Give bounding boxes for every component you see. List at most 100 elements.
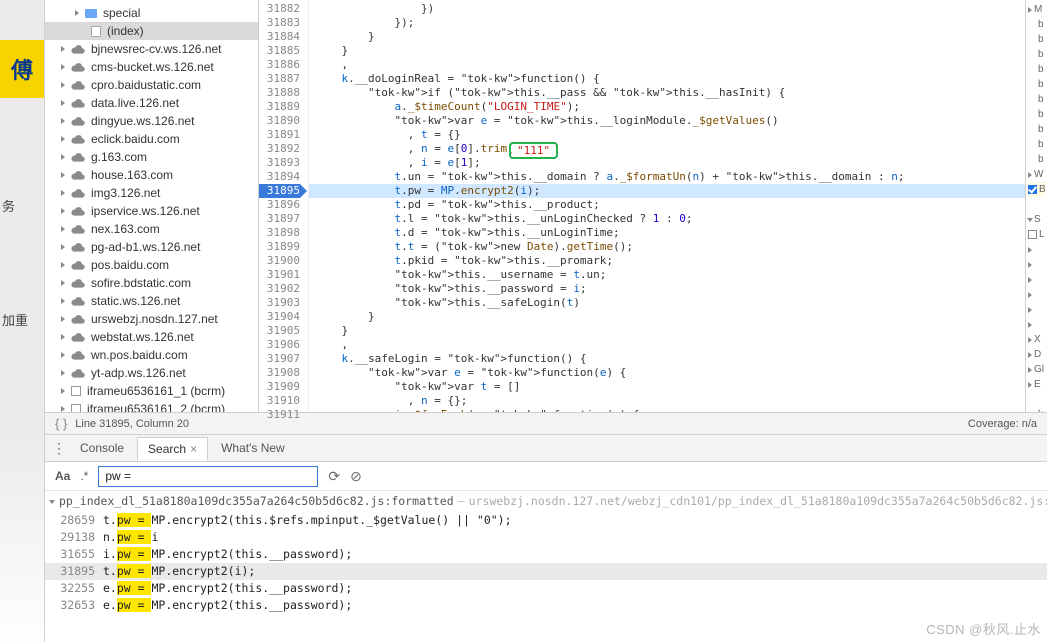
code-line[interactable]: t.pw = MP.encrypt2(i); <box>309 184 1025 198</box>
line-number[interactable]: 31889 <box>259 100 300 114</box>
line-number[interactable]: 31887 <box>259 72 300 86</box>
line-number[interactable]: 31897 <box>259 212 300 226</box>
code-editor[interactable]: 3188231883318843188531886318873188831889… <box>259 0 1025 412</box>
line-number[interactable]: 31900 <box>259 254 300 268</box>
code-line[interactable]: , <box>309 58 1025 72</box>
close-icon[interactable]: × <box>190 442 197 456</box>
domain-item[interactable]: urswebzj.nosdn.127.net <box>45 310 258 328</box>
tab-search[interactable]: Search× <box>137 437 208 461</box>
domain-item[interactable]: nex.163.com <box>45 220 258 238</box>
code-line[interactable]: "tok-kw">this.__safeLogin(t) <box>309 296 1025 310</box>
domain-item[interactable]: img3.126.net <box>45 184 258 202</box>
search-result-line[interactable]: 31655i.pw = MP.encrypt2(this.__password)… <box>45 546 1047 563</box>
domain-item[interactable]: g.163.com <box>45 148 258 166</box>
search-result-line[interactable]: 29138n.pw = i <box>45 529 1047 546</box>
domain-item[interactable]: wn.pos.baidu.com <box>45 346 258 364</box>
domain-item[interactable]: cpro.baidustatic.com <box>45 76 258 94</box>
sidebar-section[interactable]: b <box>1027 17 1046 32</box>
line-number[interactable]: 31885 <box>259 44 300 58</box>
refresh-icon[interactable]: ⟳ <box>328 468 340 485</box>
checkbox[interactable] <box>1028 185 1037 194</box>
regex-button[interactable]: .* <box>80 469 88 483</box>
line-number[interactable]: 31893 <box>259 156 300 170</box>
search-result-line[interactable]: 32653e.pw = MP.encrypt2(this.__password)… <box>45 597 1047 614</box>
sidebar-section[interactable]: M <box>1027 2 1046 17</box>
code-line[interactable]: , n = {}; <box>309 394 1025 408</box>
sidebar-section[interactable]: W <box>1027 167 1046 182</box>
domain-item[interactable]: cms-bucket.ws.126.net <box>45 58 258 76</box>
frame-item[interactable]: iframeu6536161_1 (bcrm) <box>45 382 258 400</box>
debugger-sidebar-collapsed[interactable]: MbbbbbbbbbbWBSLXDGlEk <box>1025 0 1047 412</box>
line-number[interactable]: 31902 <box>259 282 300 296</box>
line-number[interactable]: 31892 <box>259 142 300 156</box>
match-case-button[interactable]: Aa <box>55 469 70 483</box>
code-line[interactable]: } <box>309 310 1025 324</box>
code-line[interactable]: , n = e[0].trim( <box>309 142 1025 156</box>
code-line[interactable]: }); <box>309 16 1025 30</box>
code-line[interactable]: "tok-kw">var e = "tok-kw">function(e) { <box>309 366 1025 380</box>
domain-item[interactable]: data.live.126.net <box>45 94 258 112</box>
code-area[interactable]: }) }); } } , k.__doLoginReal = "tok-kw">… <box>309 0 1025 412</box>
drawer-menu-icon[interactable]: ⋮ <box>51 440 67 457</box>
domain-item[interactable]: house.163.com <box>45 166 258 184</box>
folder-special[interactable]: special <box>45 4 258 22</box>
line-number[interactable]: 31898 <box>259 226 300 240</box>
line-number[interactable]: 31907 <box>259 352 300 366</box>
sidebar-section[interactable]: b <box>1027 107 1046 122</box>
line-number[interactable]: 31886 <box>259 58 300 72</box>
line-number[interactable]: 31890 <box>259 114 300 128</box>
sidebar-section[interactable]: X <box>1027 332 1046 347</box>
domain-item[interactable]: yt-adp.ws.126.net <box>45 364 258 382</box>
sidebar-section[interactable]: b <box>1027 32 1046 47</box>
code-line[interactable]: } <box>309 30 1025 44</box>
domain-item[interactable]: webstat.ws.126.net <box>45 328 258 346</box>
sidebar-section[interactable]: Gl <box>1027 362 1046 377</box>
code-line[interactable]: k.__safeLogin = "tok-kw">function() { <box>309 352 1025 366</box>
frame-item[interactable]: iframeu6536161_2 (bcrm) <box>45 400 258 412</box>
line-number[interactable]: 31895 <box>259 184 300 198</box>
line-number[interactable]: 31896 <box>259 198 300 212</box>
code-line[interactable]: "tok-kw">var t = [] <box>309 380 1025 394</box>
sidebar-section[interactable]: b <box>1027 92 1046 107</box>
line-number[interactable]: 31906 <box>259 338 300 352</box>
domain-item[interactable]: eclick.baidu.com <box>45 130 258 148</box>
sidebar-section[interactable]: b <box>1027 62 1046 77</box>
line-number[interactable]: 31894 <box>259 170 300 184</box>
search-result-line[interactable]: 32255e.pw = MP.encrypt2(this.__password)… <box>45 580 1047 597</box>
code-line[interactable]: t.t = ("tok-kw">new Date).getTime(); <box>309 240 1025 254</box>
code-line[interactable]: , i = e[1]; <box>309 156 1025 170</box>
sidebar-section[interactable]: B <box>1027 182 1046 197</box>
sidebar-section[interactable] <box>1027 272 1046 287</box>
domain-item[interactable]: dingyue.ws.126.net <box>45 112 258 130</box>
result-group[interactable]: pp_index_dl_51a8180a109dc355a7a264c50b5d… <box>45 491 1047 512</box>
code-line[interactable]: t.un = "tok-kw">this.__domain ? a._$form… <box>309 170 1025 184</box>
domain-item[interactable]: ipservice.ws.126.net <box>45 202 258 220</box>
sidebar-section[interactable] <box>1027 257 1046 272</box>
line-number[interactable]: 31883 <box>259 16 300 30</box>
domain-item[interactable]: bjnewsrec-cv.ws.126.net <box>45 40 258 58</box>
pretty-print-icon[interactable]: { } <box>55 416 67 431</box>
line-number[interactable]: 31888 <box>259 86 300 100</box>
line-number[interactable]: 31901 <box>259 268 300 282</box>
code-line[interactable]: , <box>309 338 1025 352</box>
line-number[interactable]: 31891 <box>259 128 300 142</box>
code-line[interactable]: , t = {} <box>309 128 1025 142</box>
tab-console[interactable]: Console <box>69 436 135 460</box>
line-number[interactable]: 31911 <box>259 408 300 422</box>
sidebar-section[interactable]: S <box>1027 212 1046 227</box>
line-number[interactable]: 31905 <box>259 324 300 338</box>
code-line[interactable]: "tok-kw">if ("tok-kw">this.__pass && "to… <box>309 86 1025 100</box>
code-line[interactable]: t.d = "tok-kw">this.__unLoginTime; <box>309 226 1025 240</box>
sidebar-section[interactable]: D <box>1027 347 1046 362</box>
sidebar-section[interactable]: b <box>1027 47 1046 62</box>
domain-item[interactable]: sofire.bdstatic.com <box>45 274 258 292</box>
line-number[interactable]: 31882 <box>259 2 300 16</box>
line-number[interactable]: 31904 <box>259 310 300 324</box>
code-line[interactable]: "tok-kw">this.__password = i; <box>309 282 1025 296</box>
search-result-line[interactable]: 28659t.pw = MP.encrypt2(this.$refs.mpinp… <box>45 512 1047 529</box>
sidebar-section[interactable] <box>1027 197 1046 212</box>
search-input[interactable] <box>98 466 318 487</box>
code-line[interactable]: } <box>309 324 1025 338</box>
sidebar-section[interactable] <box>1027 302 1046 317</box>
domain-item[interactable]: pg-ad-b1.ws.126.net <box>45 238 258 256</box>
